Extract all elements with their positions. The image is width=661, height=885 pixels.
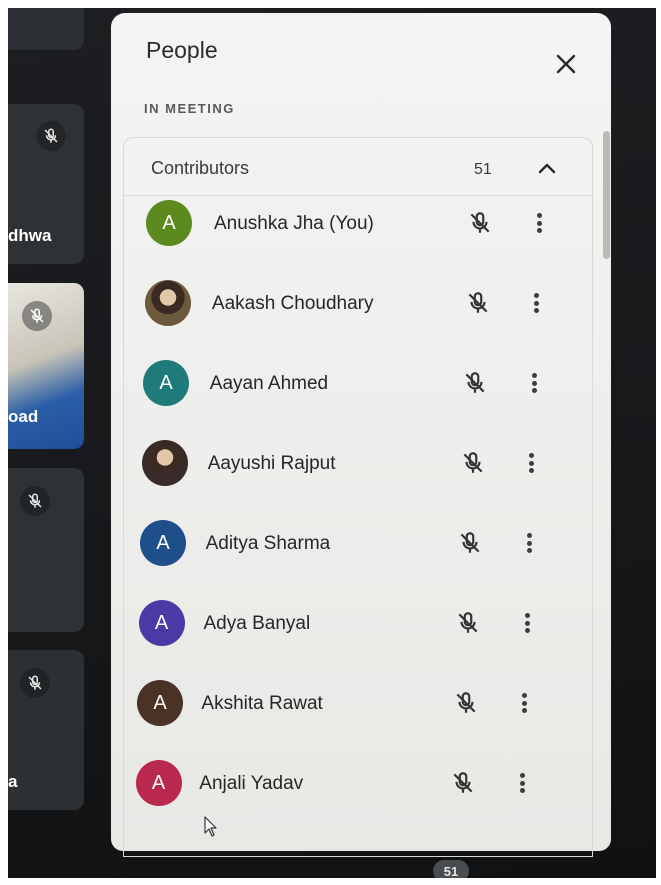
video-tile[interactable] [8,468,84,632]
mic-off-icon [468,292,488,313]
more-options-button[interactable] [522,610,532,636]
participant-name: Aayushi Rajput [207,453,336,474]
more-options-button[interactable] [517,770,527,796]
more-options-button[interactable] [532,290,542,316]
avatar: A [140,520,186,566]
tile-name: oad [8,407,39,426]
more-options-button[interactable] [520,690,530,716]
people-panel: People IN MEETING Contributors 51 A Anush… [111,13,611,857]
participant-row[interactable]: A Adya Banyal [124,600,592,672]
participant-row[interactable]: A Anushka Jha (You) [124,200,592,272]
mic-off-icon [20,486,50,516]
video-tile[interactable]: oad [8,283,84,449]
participant-row[interactable]: Aakash Choudhary [124,280,592,352]
participant-row[interactable]: A Aditya Sharma [124,520,592,592]
section-label: IN MEETING [144,101,235,116]
avatar: A [138,600,185,646]
mic-off-icon [36,121,66,151]
mic-off-icon [22,301,52,331]
more-vert-icon-dot [522,708,528,713]
more-vert-icon-dot [524,613,530,618]
close-button[interactable] [551,49,581,79]
mic-off-icon [453,772,473,793]
mic-off-icon [463,452,483,473]
avatar: A [135,760,182,806]
more-vert-icon-dot [531,373,537,378]
video-tile[interactable] [8,8,84,50]
more-vert-icon-dot [529,468,535,473]
more-vert-icon-dot [524,620,530,626]
participant-row[interactable]: A Aayan Ahmed [124,360,592,432]
more-vert-icon-dot [529,460,535,466]
avatar-initial: A [151,771,166,794]
participant-name: Aditya Sharma [205,533,331,554]
more-vert-icon-dot [534,293,540,298]
avatar-photo [141,440,188,486]
more-vert-icon-dot [519,780,525,786]
participant-row[interactable]: A Anjali Yadav [124,760,592,832]
more-vert-icon-dot [519,773,525,778]
contributors-header[interactable]: Contributors 51 [124,138,592,196]
group-count: 51 [474,161,492,178]
more-vert-icon-dot [534,300,540,306]
avatar-initial: A [162,211,176,234]
more-vert-icon-dot [526,548,532,553]
participant-name: Akshita Rawat [201,693,323,714]
mic-off-icon [470,212,490,233]
more-options-button[interactable] [524,530,534,556]
avatar-initial: A [153,691,167,714]
participant-name: Anjali Yadav [199,773,304,794]
avatar-photo [144,280,191,326]
participant-name: Aakash Choudhary [211,293,374,314]
panel-title: People [146,37,218,63]
more-vert-icon-dot [522,693,528,698]
more-vert-icon-dot [524,628,530,633]
more-vert-icon-dot [531,388,537,393]
scrollbar[interactable] [603,131,610,259]
contributors-group: Contributors 51 A Anushka Jha (You) Aakash… [123,137,593,857]
tile-name: a [8,772,18,791]
more-options-button[interactable] [534,210,544,236]
more-vert-icon-dot [522,700,528,706]
video-tile[interactable]: a [8,650,84,810]
meeting-screen: dhwa oad a People IN MEETING Contributor… [8,8,656,878]
more-vert-icon-dot [531,380,537,386]
avatar: A [146,200,192,246]
tile-name: dhwa [8,226,52,245]
participant-row[interactable]: A Akshita Rawat [124,680,592,752]
participant-name: Aayan Ahmed [209,373,329,394]
more-vert-icon-dot [536,220,542,226]
mic-off-icon [456,692,476,713]
participant-name: Anushka Jha (You) [214,213,374,234]
cursor-icon [204,816,217,837]
participant-row[interactable]: Aayushi Rajput [124,440,592,512]
more-vert-icon-dot [526,540,532,546]
avatar-initial: A [159,371,173,394]
participant-count-badge[interactable]: 51 [433,860,469,878]
mic-off-icon [20,668,50,698]
mic-off-icon [460,532,480,553]
participant-name: Adya Banyal [203,613,311,634]
more-vert-icon-dot [536,228,542,233]
more-vert-icon-dot [519,788,525,793]
mic-off-icon [458,612,478,633]
more-vert-icon-dot [529,453,535,458]
avatar: A [143,360,189,406]
more-vert-icon-dot [534,308,540,313]
avatar: A [137,680,183,726]
more-options-button[interactable] [529,370,539,396]
avatar-initial: A [156,531,170,554]
video-tile[interactable]: dhwa [8,104,84,264]
more-vert-icon-dot [536,213,542,218]
mic-off-icon [465,372,485,393]
avatar-initial: A [154,611,169,634]
close-icon [556,54,576,74]
more-options-button[interactable] [527,450,537,476]
more-vert-icon-dot [526,533,532,538]
chevron-up-icon[interactable] [536,160,558,176]
group-title: Contributors [151,158,250,178]
